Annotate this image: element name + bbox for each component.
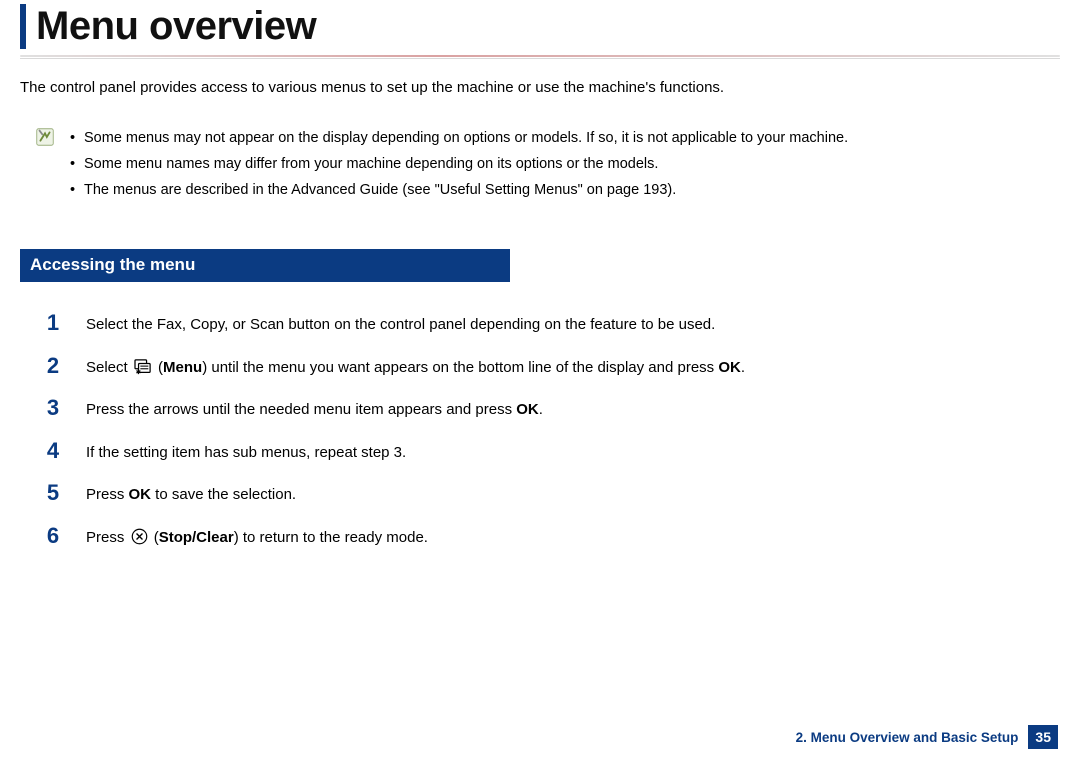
footer-chapter: 2. Menu Overview and Basic Setup	[796, 730, 1019, 745]
text-fragment: Press	[86, 529, 129, 546]
step-number: 5	[44, 482, 62, 504]
step-item: 2 Select ✱ (Menu) until the menu you wan…	[44, 355, 1060, 380]
step-item: 6 Press (Stop/Clear) to return to the re…	[44, 525, 1060, 550]
note-item: Some menu names may differ from your mac…	[70, 154, 848, 176]
stop-clear-icon	[131, 528, 148, 545]
step-text: Press (Stop/Clear) to return to the read…	[86, 525, 428, 550]
step-number: 1	[44, 312, 62, 334]
step-text: Select the Fax, Copy, or Scan button on …	[86, 312, 715, 337]
text-fragment: .	[741, 359, 745, 376]
divider	[20, 55, 1060, 61]
text-fragment: Select	[86, 359, 132, 376]
step-text: Press OK to save the selection.	[86, 482, 296, 507]
step-text: Select ✱ (Menu) until the menu you want …	[86, 355, 745, 380]
text-fragment: Press	[86, 486, 129, 503]
bold-text: Menu	[163, 359, 202, 376]
step-number: 3	[44, 397, 62, 419]
text-fragment: Press the arrows until the needed menu i…	[86, 401, 516, 418]
bold-text: Stop/Clear	[159, 529, 234, 546]
note-icon	[34, 126, 56, 148]
menu-button-icon: ✱	[134, 359, 152, 375]
text-fragment: ) until the menu you want appears on the…	[202, 359, 718, 376]
step-item: 4 If the setting item has sub menus, rep…	[44, 440, 1060, 465]
step-item: 1 Select the Fax, Copy, or Scan button o…	[44, 312, 1060, 337]
step-number: 6	[44, 525, 62, 547]
text-fragment: .	[539, 401, 543, 418]
text-fragment: ) to return to the ready mode.	[234, 529, 428, 546]
step-text: Press the arrows until the needed menu i…	[86, 397, 543, 422]
footer-page-number: 35	[1028, 725, 1058, 749]
note-block: Some menus may not appear on the display…	[34, 124, 1060, 205]
step-number: 4	[44, 440, 62, 462]
note-list: Some menus may not appear on the display…	[70, 124, 848, 205]
note-item: The menus are described in the Advanced …	[70, 180, 848, 202]
page-footer: 2. Menu Overview and Basic Setup 35	[796, 725, 1058, 749]
step-list: 1 Select the Fax, Copy, or Scan button o…	[44, 312, 1060, 549]
step-item: 5 Press OK to save the selection.	[44, 482, 1060, 507]
text-fragment: to save the selection.	[151, 486, 296, 503]
bold-text: OK	[718, 359, 741, 376]
svg-text:✱: ✱	[136, 369, 141, 375]
note-item: Some menus may not appear on the display…	[70, 128, 848, 150]
step-item: 3 Press the arrows until the needed menu…	[44, 397, 1060, 422]
manual-page: Menu overview The control panel provides…	[0, 4, 1080, 767]
step-text: If the setting item has sub menus, repea…	[86, 440, 406, 465]
intro-paragraph: The control panel provides access to var…	[20, 79, 1060, 96]
step-number: 2	[44, 355, 62, 377]
bold-text: OK	[516, 401, 539, 418]
page-title: Menu overview	[36, 4, 1060, 49]
bold-text: OK	[129, 486, 152, 503]
section-heading: Accessing the menu	[20, 249, 510, 282]
title-block: Menu overview	[20, 4, 1060, 49]
